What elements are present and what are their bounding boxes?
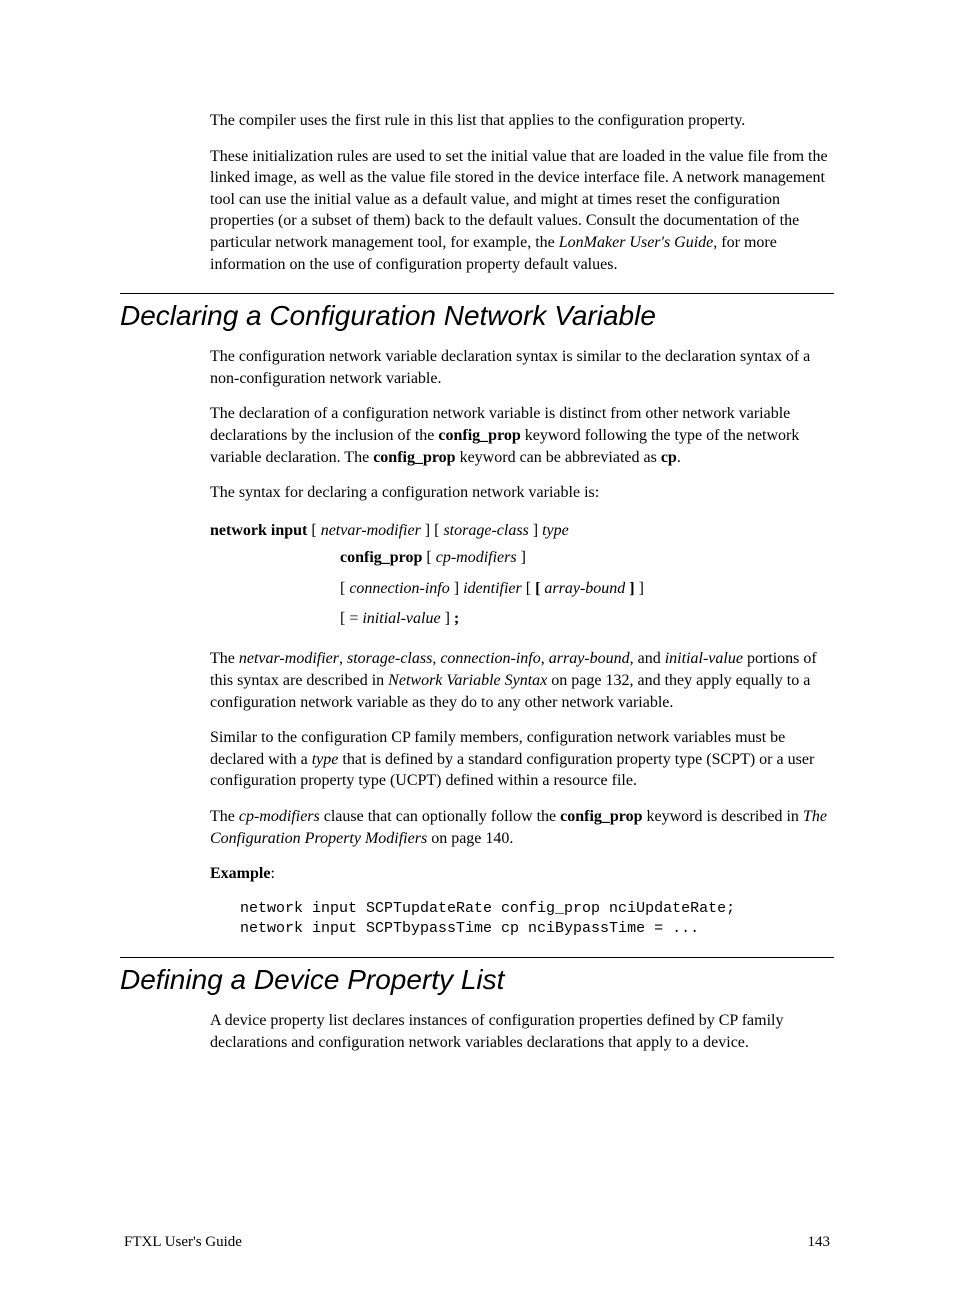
paragraph: The netvar-modifier, storage-class, conn… [210,648,834,713]
syntax-punct: ] [635,580,644,597]
syntax-punct: ] [529,522,542,539]
section-body: The netvar-modifier, storage-class, conn… [210,648,834,884]
syntax-var: identifier [463,580,522,597]
syntax-keyword: config_prop [340,549,422,566]
paragraph: A device property list declares instance… [210,1010,834,1053]
paragraph: The configuration network variable decla… [210,346,834,389]
syntax-var: type [542,522,569,539]
syntax-var: initial-value [362,610,440,627]
code-example: network input SCPTupdateRate config_prop… [240,899,834,940]
section-heading: Defining a Device Property List [120,964,834,996]
keyword: config_prop [373,449,455,466]
text-run: keyword is described in [643,808,803,825]
syntax-semicolon: ; [454,610,459,627]
text-run: , [541,650,549,667]
syntax-var: cp-modifiers [436,549,517,566]
syntax-line: network input [ netvar-modifier ] [ stor… [210,518,834,544]
footer-page-number: 143 [808,1234,831,1251]
reference-title: Network Variable Syntax [388,672,547,689]
page-content: The compiler uses the first rule in this… [0,0,954,1311]
syntax-punct: [ [422,549,435,566]
syntax-punct: ] [441,610,454,627]
text-run: : [270,865,274,882]
syntax-indent-block: config_prop [ cp-modifiers ] [ connectio… [340,543,834,634]
footer-doc-title: FTXL User's Guide [124,1234,242,1251]
text-run: clause that can optionally follow the [320,808,560,825]
syntax-punct: ] [450,580,463,597]
keyword: config_prop [560,808,642,825]
section-heading: Declaring a Configuration Network Variab… [120,300,834,332]
term: cp-modifiers [239,808,320,825]
intro-block: The compiler uses the first rule in this… [210,110,834,275]
syntax-line: config_prop [ cp-modifiers ] [340,543,834,573]
keyword: config_prop [438,427,520,444]
paragraph: These initialization rules are used to s… [210,146,834,276]
syntax-punct: ] [ [421,522,444,539]
term: storage-class [347,650,432,667]
syntax-punct: [ = [340,610,362,627]
syntax-keyword: network input [210,522,307,539]
section-divider [120,293,834,294]
syntax-bracket: [ [535,580,544,597]
term: connection-info [440,650,540,667]
text-run: . [677,449,681,466]
text-run: on page 140. [427,830,513,847]
text-run: , [339,650,347,667]
section-body: The configuration network variable decla… [210,346,834,504]
page-footer: FTXL User's Guide 143 [120,1234,834,1251]
keyword: cp [661,449,677,466]
text-run: The [210,650,239,667]
syntax-punct: ] [517,549,526,566]
syntax-punct: [ [522,580,535,597]
syntax-var: storage-class [443,522,528,539]
syntax-punct: [ [340,580,349,597]
syntax-line: [ connection-info ] identifier [ [ array… [340,574,834,604]
example-label: Example: [210,863,834,885]
paragraph: The syntax for declaring a configuration… [210,482,834,504]
paragraph: The cp-modifiers clause that can optiona… [210,806,834,849]
text-run: keyword can be abbreviated as [456,449,661,466]
text-run: The [210,808,239,825]
syntax-var: connection-info [349,580,449,597]
paragraph: Similar to the configuration CP family m… [210,727,834,792]
syntax-punct: [ [307,522,320,539]
term: type [312,751,339,768]
label: Example [210,865,270,882]
reference-title: LonMaker User's Guide [559,234,714,251]
term: netvar-modifier [239,650,339,667]
section-divider [120,957,834,958]
paragraph: The compiler uses the first rule in this… [210,110,834,132]
term: initial-value [665,650,743,667]
paragraph: The declaration of a configuration netwo… [210,403,834,468]
term: array-bound [549,650,630,667]
section-body: A device property list declares instance… [210,1010,834,1053]
syntax-var: netvar-modifier [321,522,421,539]
text-run: , and [630,650,665,667]
syntax-line: [ = initial-value ] ; [340,604,834,634]
syntax-var: array-bound [544,580,629,597]
